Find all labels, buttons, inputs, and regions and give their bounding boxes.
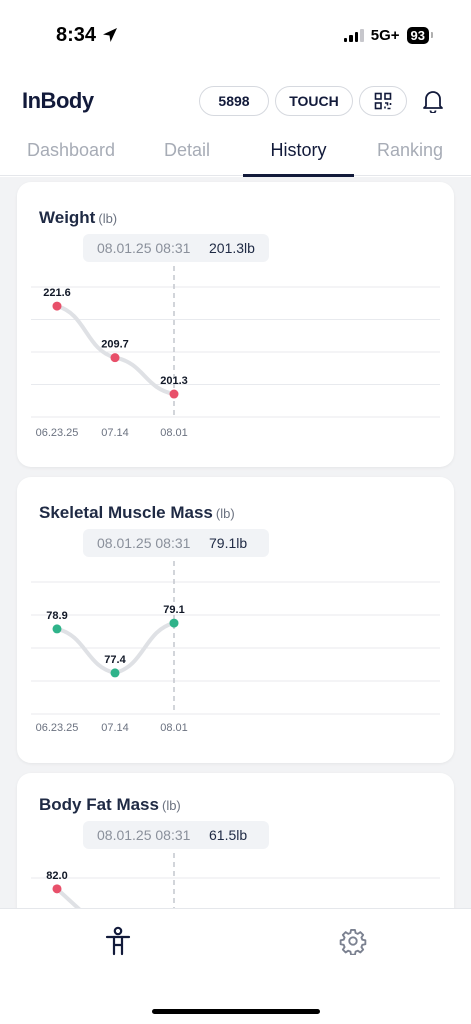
data-point [52,624,62,634]
tooltip-value: 201.3lb [209,240,255,256]
battery-icon: 93 [406,26,434,44]
signal-icon [343,28,364,42]
nav-body-button[interactable] [98,925,138,957]
tooltip-date: 08.01.25 08:31 [97,240,191,256]
status-time: 8:34 [56,24,118,47]
home-indicator [152,1009,320,1014]
data-point [110,353,120,363]
series-line [55,886,81,908]
nav-settings-button[interactable] [333,925,373,957]
tooltip-date: 08.01.25 08:31 [97,827,191,843]
tab-history[interactable]: History [243,132,354,177]
data-label: 79.1 [163,604,184,616]
data-label: 209.7 [101,339,129,351]
bottom-nav [0,908,471,1024]
data-label: 221.6 [43,287,71,299]
tab-bar: Dashboard Detail History Ranking [0,132,471,177]
body-fat-card[interactable]: Body Fat Mass (lb) 08.01.25 08:31 61.5lb 82… [17,773,454,908]
points-button[interactable]: 5898 [199,86,269,116]
tooltip-date: 08.01.25 08:31 [97,535,191,551]
time-text: 8:34 [56,23,97,46]
touch-button[interactable]: TOUCH [275,86,353,116]
skeletal-muscle-chart: 08.01.25 08:31 79.1lb 78.9 77.4 79.1 06.23.25… [31,529,440,734]
bell-icon [423,91,443,113]
data-label: 78.9 [46,610,67,622]
x-tick-label: 08.01 [160,722,188,734]
data-point [52,884,62,894]
tooltip-value: 61.5lb [209,827,247,843]
data-label: 82.0 [46,870,67,882]
status-indicators: 5G+ 93 [343,26,434,44]
gear-icon [339,928,367,955]
qr-code-icon [374,92,392,110]
weight-card[interactable]: Weight (lb) 08.01.25 08:31 201.3lb 221.6 209… [17,182,454,467]
data-label: 77.4 [104,654,126,666]
x-tick-label: 08.01 [160,427,188,439]
notifications-button[interactable] [417,85,449,117]
tab-dashboard[interactable]: Dashboard [25,132,117,176]
x-tick-label: 07.14 [101,722,129,734]
history-content[interactable]: Weight (lb) 08.01.25 08:31 201.3lb 221.6 209… [0,177,471,908]
x-tick-label: 06.23.25 [36,427,79,439]
status-bar: 8:34 5G+ 93 [0,0,471,70]
skeletal-muscle-card[interactable]: Skeletal Muscle Mass (lb) 08.01.25 08:31 7… [17,477,454,763]
network-label: 5G+ [370,26,400,44]
data-point [169,618,179,628]
location-arrow-icon [103,28,118,42]
body-fat-chart: 08.01.25 08:3161.5lb82.006.23.25 [31,821,440,908]
logo: InBody [22,88,94,113]
qr-button[interactable] [359,86,407,116]
app-header: InBody 5898 TOUCH [0,80,471,122]
weight-chart: 08.01.25 08:31 201.3lb 221.6 209.7 201.3 06.2… [31,234,440,439]
x-tick-label: 06.23.25 [36,722,79,734]
x-tick-label: 07.14 [101,427,129,439]
body-icon [105,926,131,956]
header-actions: 5898 TOUCH [199,85,449,117]
tooltip-value: 79.1lb [209,535,247,551]
data-point [52,301,62,311]
tab-ranking[interactable]: Ranking [376,132,444,176]
tab-detail[interactable]: Detail [162,132,212,176]
data-point [169,389,179,399]
data-label: 201.3 [160,375,188,387]
data-point [110,668,120,678]
